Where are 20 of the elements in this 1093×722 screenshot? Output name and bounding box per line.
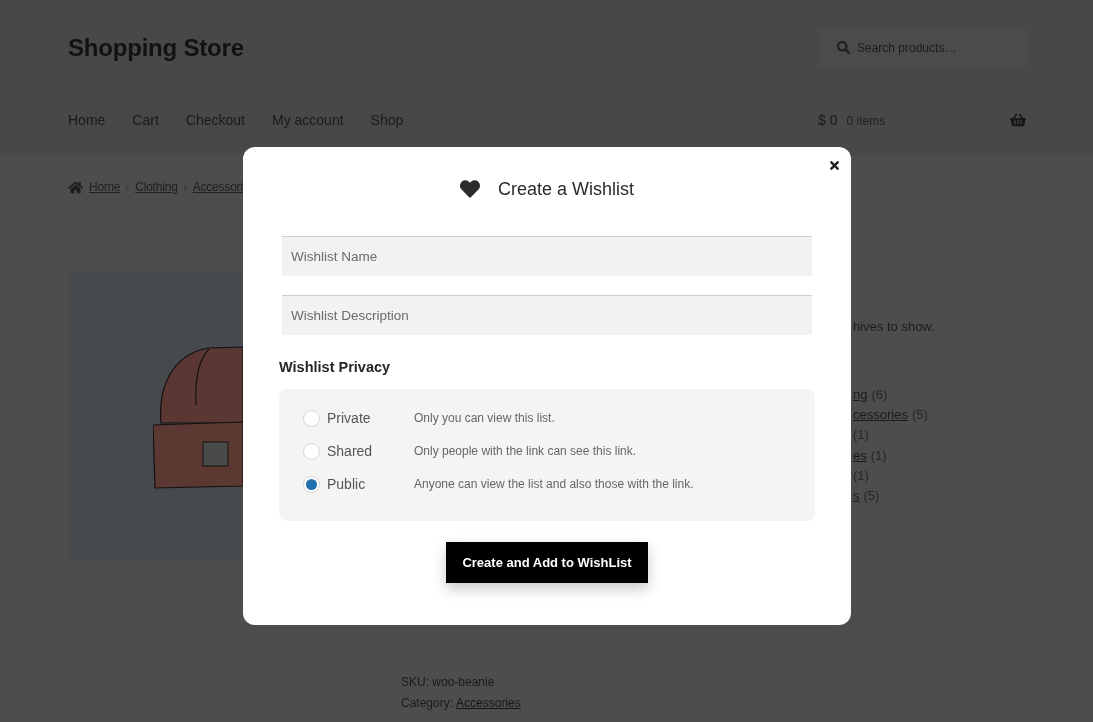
dialog-title: Create a Wishlist bbox=[497, 178, 634, 200]
heart-icon bbox=[459, 179, 480, 199]
option-description: Only you can view this list. bbox=[414, 411, 555, 425]
basket-icon[interactable] bbox=[1010, 112, 1026, 128]
create-wishlist-button[interactable]: Create and Add to WishList bbox=[446, 542, 648, 583]
close-button[interactable] bbox=[827, 158, 841, 172]
option-label[interactable]: Public bbox=[327, 476, 414, 492]
input-field[interactable]: Wishlist Description bbox=[282, 295, 812, 335]
radio-button[interactable] bbox=[303, 409, 320, 427]
radio-button[interactable] bbox=[303, 475, 320, 493]
privacy-heading: Wishlist Privacy bbox=[279, 358, 391, 377]
option-description: Anyone can view the list and also those with the link. bbox=[414, 477, 694, 491]
home-icon bbox=[68, 179, 83, 195]
radio-button[interactable] bbox=[303, 442, 320, 460]
search-icon bbox=[837, 41, 850, 54]
option-label[interactable]: Private bbox=[327, 410, 414, 426]
input-field[interactable]: Wishlist Name bbox=[282, 236, 812, 276]
option-label[interactable]: Shared bbox=[327, 443, 414, 459]
close-icon bbox=[827, 158, 841, 172]
option-description: Only people with the link can see this link. bbox=[414, 444, 637, 458]
